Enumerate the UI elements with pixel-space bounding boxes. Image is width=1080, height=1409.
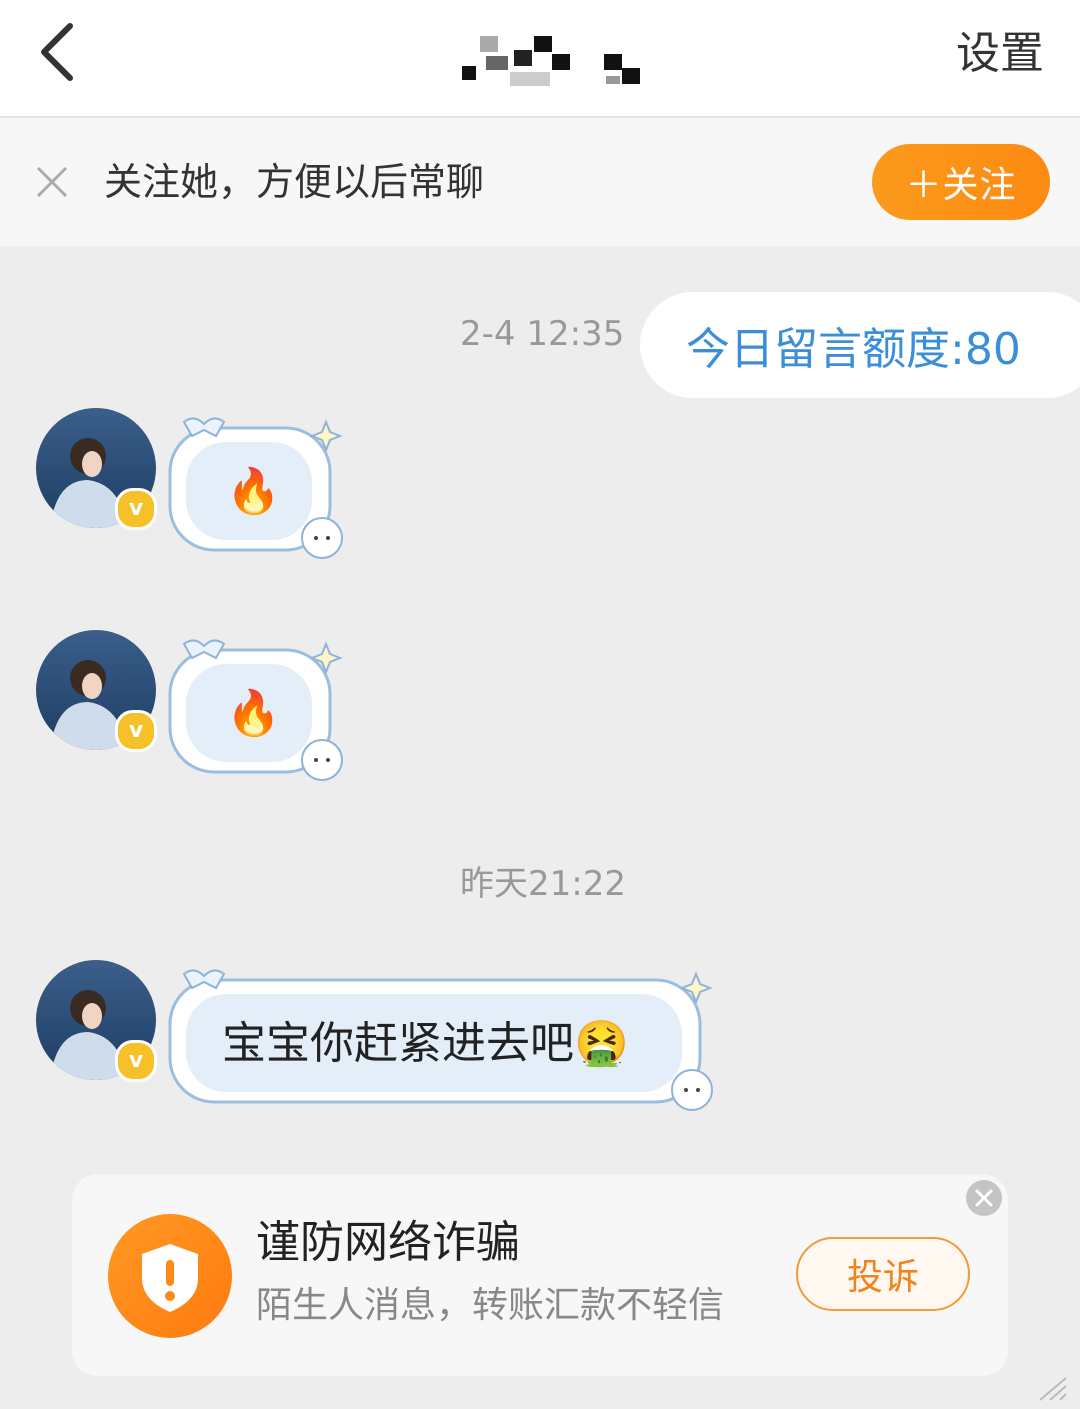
pixelated-name-icon [462,36,640,86]
resize-handle-icon [1030,1376,1070,1402]
close-circle-icon [975,1189,993,1207]
message-quota-bubble: 今日留言额度:80 [640,292,1080,398]
message-timestamp: 昨天21:22 [460,864,626,904]
shield-exclamation-icon [142,1244,198,1312]
top-bar: 设置 [0,0,1080,118]
warning-subtitle: 陌生人消息，转账汇款不轻信 [256,1285,725,1326]
verified-badge-icon: v [115,710,157,752]
message-timestamp: 2-4 12:35 [460,314,625,354]
quota-text: 今日留言额度:80 [686,324,1021,375]
report-button[interactable]: 投诉 [796,1237,970,1311]
message-text: 🔥 [226,466,281,517]
warning-icon-circle [108,1214,232,1338]
follow-prompt-text: 关注她，方便以后常聊 [104,160,485,204]
message-text: 🔥 [226,688,281,739]
back-button[interactable] [30,18,90,88]
verified-badge-icon: v [115,488,157,530]
message-text: 宝宝你赶紧进去吧🤮 [222,1018,629,1069]
follow-button[interactable]: ＋关注 [872,144,1050,220]
settings-button[interactable]: 设置 [956,26,1044,82]
close-follow-prompt-button[interactable] [32,162,72,202]
warning-title: 谨防网络诈骗 [256,1217,520,1268]
chevron-left-icon [41,23,73,81]
contact-name-redacted [440,26,660,96]
verified-badge-icon: v [115,1040,157,1082]
close-icon [36,166,68,198]
close-warning-button[interactable] [966,1180,1002,1216]
